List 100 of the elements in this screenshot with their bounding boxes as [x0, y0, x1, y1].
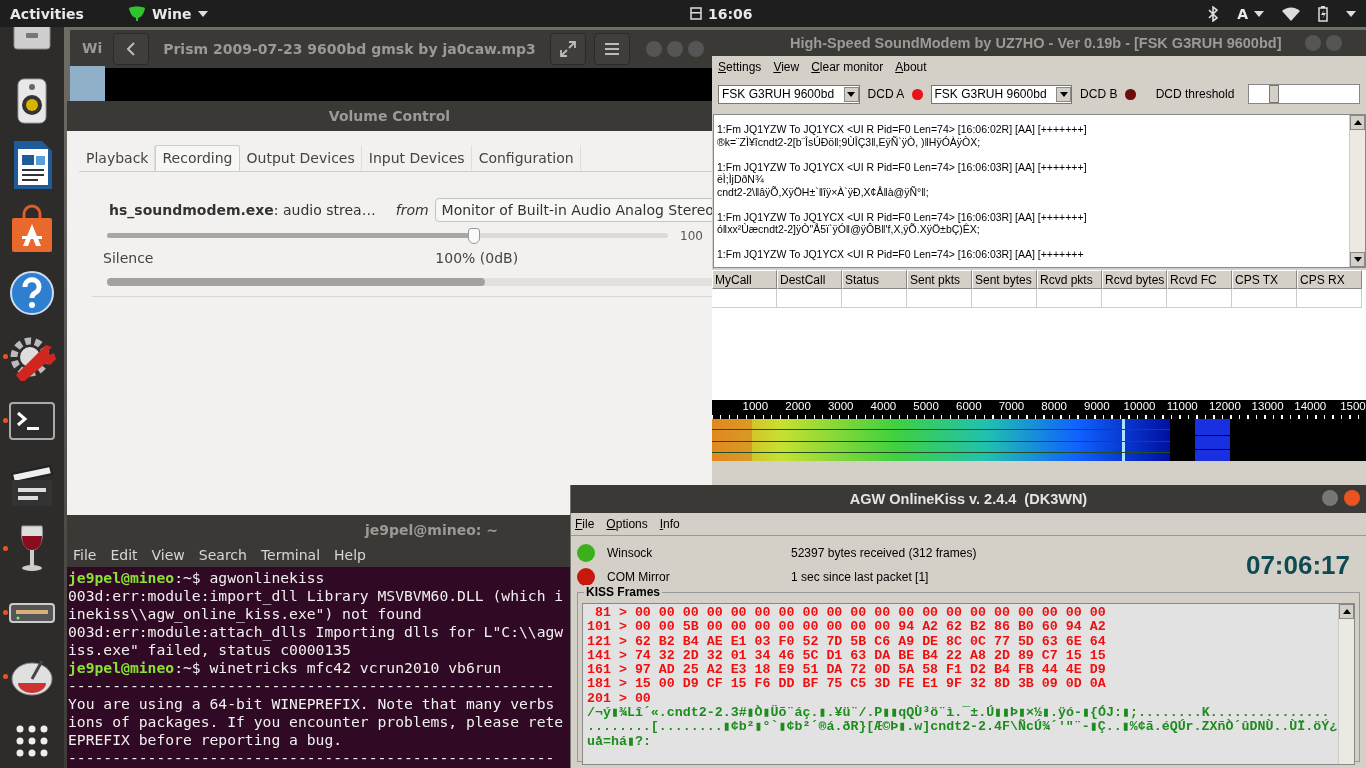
axis-label: 7000	[997, 400, 1026, 414]
dropdown-arrow-icon	[1059, 91, 1068, 97]
window-title: Volume Control	[328, 108, 451, 124]
dcd-label: DCD A	[867, 87, 905, 101]
window-title: Prism 2009-07-23 9600bd gmsk by ja0caw.mp3	[162, 41, 537, 57]
terminal-icon[interactable]	[8, 401, 56, 441]
axis-label: 3000	[826, 400, 855, 414]
modem-select[interactable]: FSK G3RUH 9600bd	[930, 84, 1073, 104]
monitor-line: ®k=¨ZÌ¥îcndt2-2[b¨ÎsÚÐö‖;9ÙÎÇ3‖,EÿÑ`ÿÒ, )‖HÿÓÀÿÒX;	[717, 135, 981, 148]
scroll-up-icon[interactable]	[1353, 120, 1362, 125]
stream-name: hs_soundmodem.exe: audio strea…	[109, 202, 376, 218]
menu-item[interactable]: View	[151, 547, 185, 563]
help-icon[interactable]	[8, 269, 56, 317]
minimize-button[interactable]	[1322, 490, 1338, 506]
battery-icon[interactable]	[1318, 5, 1328, 22]
column-header[interactable]: MyCall	[712, 270, 777, 289]
menu-item[interactable]: File	[575, 517, 595, 531]
column-header[interactable]: Rcvd bytes	[1102, 270, 1167, 289]
slider-thumb[interactable]	[1269, 85, 1280, 103]
dropdown-arrow-icon	[847, 91, 856, 97]
axis-label: 8000	[1040, 400, 1068, 414]
column-header[interactable]: CPS TX	[1232, 270, 1297, 289]
output-line: 003d:err:module:attach_dlls Importing dlls for L"C:\\agw	[68, 623, 565, 641]
column-header[interactable]: Status	[842, 270, 907, 289]
volume-slider[interactable]	[107, 228, 668, 244]
column-header[interactable]: CPS RX	[1297, 270, 1362, 289]
calendar-icon	[690, 7, 702, 20]
from-label: from	[395, 202, 429, 218]
column-header[interactable]: Sent bytes	[972, 270, 1037, 289]
menu-item[interactable]: Terminal	[260, 547, 321, 563]
scroll-up-icon[interactable]	[1342, 609, 1351, 614]
ascii-line: uå=há▮?:	[587, 734, 652, 749]
activities-button[interactable]: Activities	[10, 5, 84, 22]
scrollbar[interactable]	[1349, 115, 1365, 267]
menu-item[interactable]: Clear monitor	[811, 60, 884, 74]
scrollbar[interactable]	[1338, 604, 1354, 764]
prompt-line: je9pel@mineo:~$ winetricks mfc42 vcrun2010 vb6run	[68, 659, 503, 677]
axis-label: 11000	[1165, 400, 1199, 414]
hex-line: 161 > 97 AD 25 A2 E3 18 E9 51 DA 72 0D 5A 58 F1 D2 B4 FB 44 4E D9	[587, 663, 1107, 678]
back-icon	[127, 42, 135, 56]
menu-item[interactable]: Edit	[110, 547, 138, 563]
scale-label: 100% (0dB)	[435, 250, 519, 266]
scale-label: Silence	[103, 250, 154, 266]
menu-icon	[605, 43, 619, 55]
caret-icon	[1346, 10, 1356, 17]
output-line: inekiss\\agw_online_kiss.exe") not found	[68, 605, 423, 623]
menu-item[interactable]: Info	[659, 517, 680, 531]
monitor-line: ëÌ;ÌjDðN¾	[717, 173, 764, 186]
column-header[interactable]: Sent pkts	[907, 270, 972, 289]
scale-label: 100	[680, 229, 703, 243]
axis-label: 4000	[869, 400, 898, 414]
menu-item[interactable]: Help	[334, 547, 366, 563]
tab[interactable]: Input Devices	[361, 145, 472, 171]
clock-display: 07:06:17	[1245, 549, 1351, 581]
caret-icon	[1254, 10, 1264, 17]
axis-label: 5000	[912, 400, 940, 414]
axis-label: 14000	[1293, 400, 1328, 414]
output-line: 003d:err:module:import_dll Library MSVBVM60.DLL (which i	[68, 587, 565, 605]
indicator-label: COM Mirror	[607, 570, 671, 584]
prompt-line: je9pel@mineo:~$ agwonlinekiss	[68, 569, 326, 587]
modem-select[interactable]: FSK G3RUH 9600bd	[718, 84, 860, 104]
hex-line: 121 > 62 B2 B4 AE E1 03 F0 52 7D 5B C6 A9 DE 8C 0C 77 5D 63 6E 64	[587, 634, 1107, 649]
column-header[interactable]: Rcvd FC	[1167, 270, 1232, 289]
status-text: 52397 bytes received (312 frames)	[791, 546, 977, 560]
hex-line: 101 > 00 00 5B 00 00 00 00 00 00 00 00 94 A2 62 B2 86 B0 60 94 A2	[587, 620, 1107, 635]
output-line: -------------------------------------------------------	[68, 677, 556, 695]
column-header[interactable]: Rcvd pkts	[1037, 270, 1102, 289]
menu-item[interactable]: Search	[198, 547, 247, 563]
output-line: -------------------------------------------------------	[68, 749, 556, 767]
slider-thumb[interactable]	[467, 228, 480, 244]
tab[interactable]: Recording	[155, 145, 240, 171]
threshold-slider[interactable]	[1248, 84, 1360, 104]
menu-button[interactable]	[594, 33, 630, 65]
monitor-line: 1:Fm JQ1YZW To JQ1YCX <UI R Pid=F0 Len=74> [16:06:03R] [AA] [+++++++]	[717, 160, 1088, 173]
keyboard-layout-label[interactable]: A	[1237, 5, 1248, 22]
axis-label: 1500	[1339, 400, 1366, 414]
clapperboard-icon[interactable]	[8, 462, 56, 508]
column-header[interactable]: DestCall	[777, 270, 842, 289]
bluetooth-icon[interactable]	[1207, 5, 1220, 22]
menu-item[interactable]: View	[773, 60, 800, 74]
app-menu-label[interactable]: Wine	[151, 5, 192, 22]
threshold-label: DCD threshold	[1155, 87, 1235, 101]
window-title: je9pel@mineo: ~	[365, 522, 499, 538]
clock-label[interactable]: 16:06	[708, 5, 753, 22]
tab[interactable]: Configuration	[471, 145, 581, 171]
close-button[interactable]	[1344, 490, 1360, 506]
wifi-icon[interactable]	[1282, 6, 1300, 21]
menu-item[interactable]: About	[895, 60, 927, 74]
axis-label: 13000	[1250, 400, 1285, 414]
monitor-line: 1:Fm JQ1YZW To JQ1YCX <UI R Pid=F0 Len=74> [16:06:02R] [AA] [+++++++]	[717, 123, 1088, 136]
menu-item[interactable]: File	[73, 547, 97, 563]
scroll-down-icon[interactable]	[1353, 257, 1362, 262]
menu-item[interactable]: Settings	[718, 60, 762, 74]
fullscreen-button[interactable]	[550, 33, 586, 65]
menu-item[interactable]: Options	[606, 517, 648, 531]
tab[interactable]: Output Devices	[239, 145, 362, 171]
output-line: iss.exe" failed, status c0000135	[68, 641, 352, 659]
monitor-line: cndt2-2\‖âÿÕ,XÿÖH±`‖îÿ×À`ÿÐ,X¢Å‖à@ÿÑ°‖;	[717, 185, 930, 198]
back-button[interactable]	[113, 33, 149, 65]
monitor-line: 1:Fm JQ1YZW To JQ1YCX <UI R Pid=F0 Len=74> [16:06:03R] [AA] [+++++++	[717, 248, 1085, 261]
